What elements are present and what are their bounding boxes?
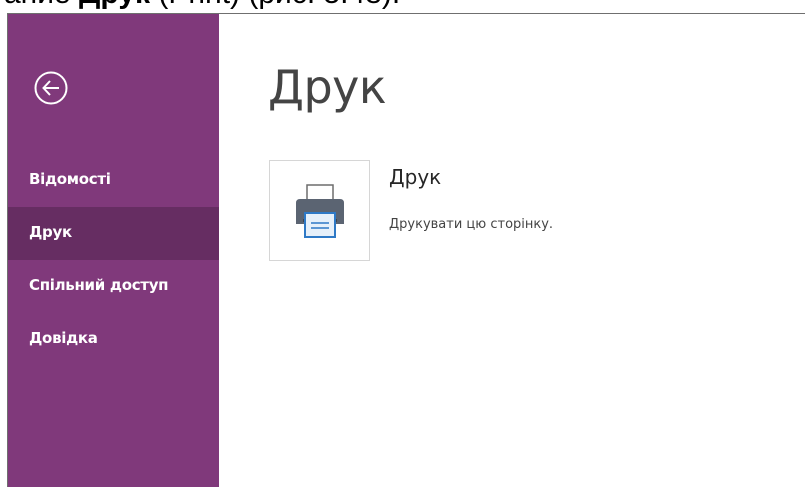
nav-item-label: Довідка xyxy=(29,329,98,347)
back-arrow-circle-icon xyxy=(34,71,68,105)
caption-bold: Друк xyxy=(79,0,150,10)
page-title: Друк xyxy=(268,60,387,114)
backstage-sidebar: Відомості Друк Спільний доступ Довідка xyxy=(8,14,219,487)
print-button[interactable] xyxy=(269,160,370,261)
nav-item-label: Спільний доступ xyxy=(29,276,169,294)
printer-icon xyxy=(296,184,344,238)
nav-item-share[interactable]: Спільний доступ xyxy=(8,260,219,313)
caption-suffix: (Print) (рис. 5.48). xyxy=(150,0,400,10)
nav-item-label: Відомості xyxy=(29,170,111,188)
print-option-description: Друкувати цю сторінку. xyxy=(389,217,554,232)
nav-item-info[interactable]: Відомості xyxy=(8,154,219,207)
document-caption-strip: ание Друк (Print) (рис. 5.48). xyxy=(0,0,806,14)
nav-item-help[interactable]: Довідка xyxy=(8,313,219,366)
document-caption: ание Друк (Print) (рис. 5.48). xyxy=(4,0,400,9)
print-option-title: Друк xyxy=(389,165,442,189)
nav-item-print[interactable]: Друк xyxy=(8,207,219,260)
backstage-nav: Відомості Друк Спільний доступ Довідка xyxy=(8,154,219,366)
back-button[interactable] xyxy=(33,70,69,106)
onenote-backstage-window: Відомості Друк Спільний доступ Довідка Д… xyxy=(7,13,805,487)
caption-prefix: ание xyxy=(4,0,79,10)
backstage-content: Друк Друк Друкувати цю сторінку. xyxy=(219,14,805,487)
nav-item-label: Друк xyxy=(29,223,72,241)
